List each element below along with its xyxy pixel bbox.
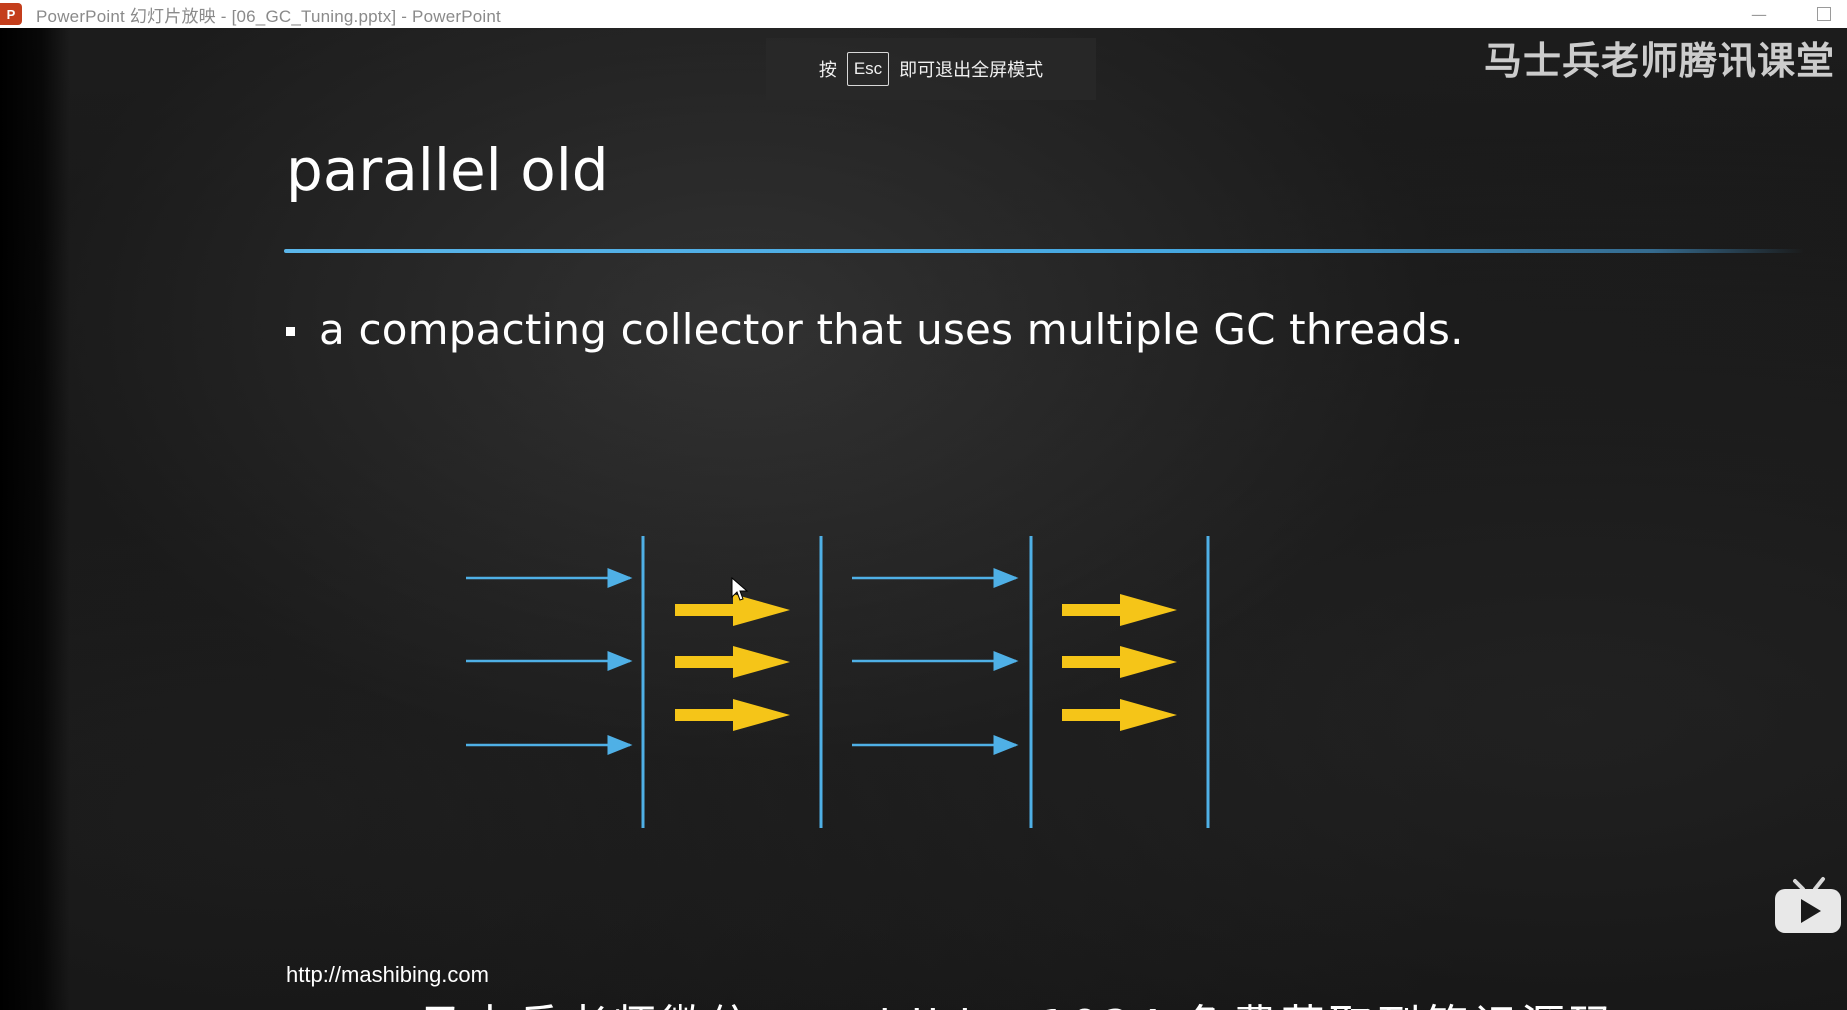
video-subtitle: 马士兵老师微信 mashibing1024 免费获取到笔记源码 xyxy=(420,990,1617,1010)
window-title: PowerPoint 幻灯片放映 - [06_GC_Tuning.pptx] -… xyxy=(36,6,501,26)
gc-thread-arrow xyxy=(1062,646,1177,678)
title-underline xyxy=(284,249,1804,253)
esc-key-label: Esc xyxy=(846,52,890,86)
gc-thread-arrow xyxy=(1062,699,1177,731)
gc-threads-diagram xyxy=(466,536,1210,828)
window-controls: — xyxy=(1751,0,1831,28)
powerpoint-logo-icon: P xyxy=(0,3,22,25)
gc-thread-arrow xyxy=(675,699,790,731)
screen: P PowerPoint 幻灯片放映 - [06_GC_Tuning.pptx]… xyxy=(0,0,1847,1010)
hint-prefix: 按 xyxy=(818,60,837,81)
slide-title: parallel old xyxy=(286,136,609,204)
window-titlebar: P PowerPoint 幻灯片放映 - [06_GC_Tuning.pptx]… xyxy=(0,0,1847,29)
bullet-text: a compacting collector that uses multipl… xyxy=(319,305,1464,354)
bullet-item: a compacting collector that uses multipl… xyxy=(286,305,1464,354)
gc-thread-arrow xyxy=(675,646,790,678)
mouse-cursor-icon xyxy=(731,577,749,601)
channel-watermark: 马士兵老师腾讯课堂 xyxy=(1483,39,1835,83)
gc-thread-arrow xyxy=(1062,594,1177,626)
minimize-icon[interactable]: — xyxy=(1751,5,1767,24)
footer-url: http://mashibing.com xyxy=(286,962,489,987)
maximize-icon[interactable] xyxy=(1817,7,1831,21)
bullet-marker xyxy=(286,327,295,336)
hint-suffix: 即可退出全屏模式 xyxy=(899,60,1044,81)
play-tv-icon[interactable] xyxy=(1773,875,1843,937)
slide-canvas[interactable] xyxy=(0,28,1847,1010)
slide-edge-shadow xyxy=(0,28,70,1010)
exit-fullscreen-hint: 按 Esc 即可退出全屏模式 xyxy=(766,38,1096,100)
